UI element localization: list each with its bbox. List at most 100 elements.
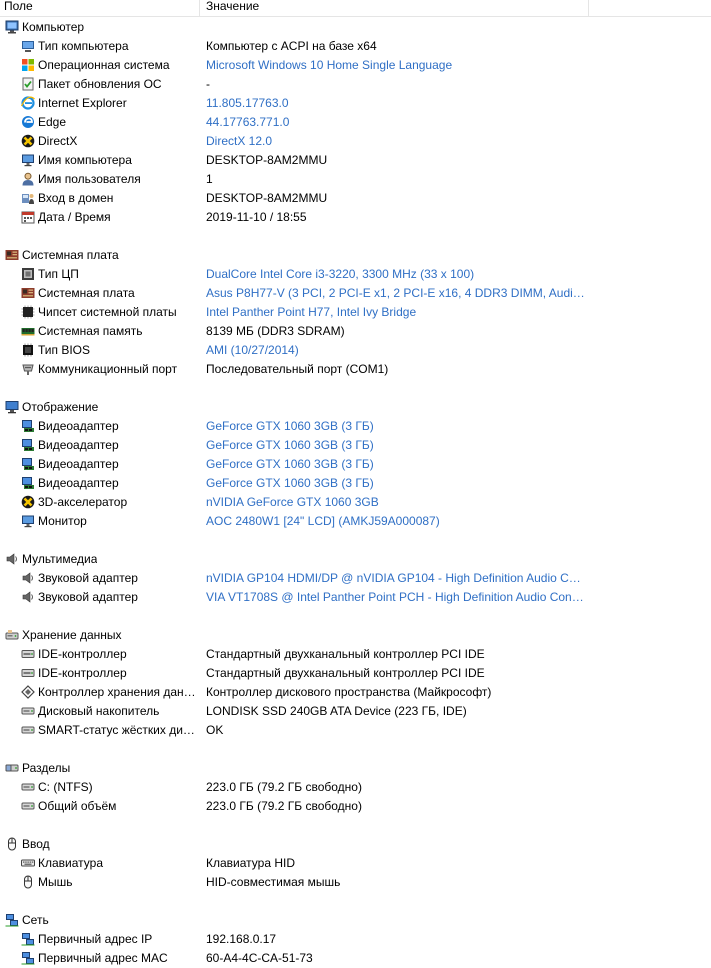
category-row[interactable]: Сеть [0,911,711,930]
property-label: Имя компьютера [38,153,132,167]
category-row[interactable]: Компьютер [0,18,711,37]
column-header-field[interactable]: Поле [4,0,33,16]
property-row[interactable]: Общий объём 223.0 ГБ (79.2 ГБ свободно) [0,797,711,816]
property-row[interactable]: Видеоадаптер GeForce GTX 1060 3GB (3 ГБ) [0,417,711,436]
domain-login-icon [21,191,35,205]
network-icon [5,913,19,927]
property-row[interactable]: Чипсет системной платы Intel Panther Poin… [0,303,711,322]
property-value: 60-A4-4C-CA-51-73 [206,951,313,965]
property-value-link[interactable]: Asus P8H77-V (3 PCI, 2 PCI-E x1, 2 PCI-E… [206,284,586,303]
category-label: Системная плата [22,248,119,262]
property-row[interactable]: Edge 44.17763.771.0 [0,113,711,132]
property-value: Стандартный двухканальный контроллер PCI… [206,666,485,680]
property-row[interactable]: Имя компьютера DESKTOP-8AM2MMU [0,151,711,170]
property-row[interactable]: DirectX DirectX 12.0 [0,132,711,151]
property-row[interactable]: Дисковый накопитель LONDISK SSD 240GB ATA… [0,702,711,721]
summary-list: Компьютер Тип компьютера Компьютер с ACPI … [0,18,711,968]
property-value-link[interactable]: 11.805.17763.0 [206,94,586,113]
directx-icon [21,495,35,509]
category-row[interactable]: Системная плата [0,246,711,265]
property-value-link[interactable]: GeForce GTX 1060 3GB (3 ГБ) [206,436,586,455]
property-value: 8139 МБ (DDR3 SDRAM) [206,324,345,338]
monitor-icon [21,514,35,528]
property-value-link[interactable]: nVIDIA GP104 HDMI/DP @ nVIDIA GP104 - Hi… [206,569,586,588]
property-value-link[interactable]: Intel Panther Point H77, Intel Ivy Bridg… [206,303,586,322]
property-row[interactable]: Тип BIOS AMI (10/27/2014) [0,341,711,360]
property-row[interactable]: Коммуникационный порт Последовательный по… [0,360,711,379]
property-row[interactable]: Internet Explorer 11.805.17763.0 [0,94,711,113]
user-icon [21,172,35,186]
column-header-value[interactable]: Значение [206,0,259,16]
storage-icon [5,628,19,642]
windows-logo-icon [21,58,35,72]
property-value-link[interactable]: DirectX 12.0 [206,132,586,151]
property-row[interactable]: Тип ЦП DualCore Intel Core i3-3220, 3300 … [0,265,711,284]
category-row[interactable]: Хранение данных [0,626,711,645]
ide-controller-icon [21,666,35,680]
video-adapter-icon [21,476,35,490]
property-value-link[interactable]: AOC 2480W1 [24" LCD] (AMKJ59A000087) [206,512,586,531]
property-value-link[interactable]: GeForce GTX 1060 3GB (3 ГБ) [206,474,586,493]
property-row[interactable]: Имя пользователя 1 [0,170,711,189]
property-row[interactable]: Первичный адрес IP 192.168.0.17 [0,930,711,949]
network-icon [21,951,35,965]
property-row[interactable]: Тип компьютера Компьютер с ACPI на базе x… [0,37,711,56]
category-label: Сеть [22,913,49,927]
property-row[interactable]: Вход в домен DESKTOP-8AM2MMU [0,189,711,208]
category-row[interactable]: Мультимедиа [0,550,711,569]
disk-drive-icon [21,780,35,794]
partition-icon [5,761,19,775]
property-value-link[interactable]: Microsoft Windows 10 Home Single Languag… [206,56,586,75]
category-row[interactable]: Отображение [0,398,711,417]
property-value-link[interactable]: AMI (10/27/2014) [206,341,586,360]
property-row[interactable]: Видеоадаптер GeForce GTX 1060 3GB (3 ГБ) [0,436,711,455]
property-value-link[interactable]: 44.17763.771.0 [206,113,586,132]
property-value-link[interactable]: VIA VT1708S @ Intel Panther Point PCH - … [206,588,586,607]
property-row[interactable]: Клавиатура Клавиатура HID [0,854,711,873]
property-value: Последовательный порт (COM1) [206,362,389,376]
property-row[interactable]: Дата / Время 2019-11-10 / 18:55 [0,208,711,227]
property-label: C: (NTFS) [38,780,93,794]
bios-chip-icon [21,343,35,357]
property-row[interactable]: C: (NTFS) 223.0 ГБ (79.2 ГБ свободно) [0,778,711,797]
property-row[interactable]: IDE-контроллер Стандартный двухканальный … [0,645,711,664]
property-value-link[interactable]: DualCore Intel Core i3-3220, 3300 MHz (3… [206,265,586,284]
property-row[interactable]: Первичный адрес MAC 60-A4-4C-CA-51-73 [0,949,711,968]
motherboard-icon [5,248,19,262]
property-value: DESKTOP-8AM2MMU [206,153,328,167]
property-value: Компьютер с ACPI на базе x64 [206,39,377,53]
property-label: Дисковый накопитель [38,704,160,718]
property-label: Тип ЦП [38,267,79,281]
category-row[interactable]: Ввод [0,835,711,854]
property-label: Операционная система [38,58,170,72]
property-label: Коммуникационный порт [38,362,178,376]
property-row[interactable]: Монитор AOC 2480W1 [24" LCD] (AMKJ59A0000… [0,512,711,531]
property-value: 223.0 ГБ (79.2 ГБ свободно) [206,780,362,794]
directx-icon [21,134,35,148]
property-row[interactable]: Видеоадаптер GeForce GTX 1060 3GB (3 ГБ) [0,455,711,474]
property-row[interactable]: Системная плата Asus P8H77-V (3 PCI, 2 PC… [0,284,711,303]
property-row[interactable]: Контроллер хранения данн... Контроллер ди… [0,683,711,702]
property-row[interactable]: Видеоадаптер GeForce GTX 1060 3GB (3 ГБ) [0,474,711,493]
column-divider[interactable] [199,0,200,16]
property-label: Первичный адрес MAC [38,951,168,965]
property-row[interactable]: SMART-статус жёстких дис... OK [0,721,711,740]
property-row[interactable]: Системная память 8139 МБ (DDR3 SDRAM) [0,322,711,341]
property-value-link[interactable]: nVIDIA GeForce GTX 1060 3GB [206,493,586,512]
property-row[interactable]: Звуковой адаптер VIA VT1708S @ Intel Pant… [0,588,711,607]
property-row[interactable]: IDE-контроллер Стандартный двухканальный … [0,664,711,683]
category-row[interactable]: Разделы [0,759,711,778]
mouse-icon [5,837,19,851]
property-row[interactable]: Пакет обновления ОС - [0,75,711,94]
property-label: Имя пользователя [38,172,141,186]
speaker-icon [21,571,35,585]
property-row[interactable]: Звуковой адаптер nVIDIA GP104 HDMI/DP @ n… [0,569,711,588]
property-value-link[interactable]: GeForce GTX 1060 3GB (3 ГБ) [206,417,586,436]
disk-drive-icon [21,723,35,737]
property-row[interactable]: Мышь HID-совместимая мышь [0,873,711,892]
property-row[interactable]: Операционная система Microsoft Windows 10… [0,56,711,75]
column-divider[interactable] [588,0,589,16]
property-value-link[interactable]: GeForce GTX 1060 3GB (3 ГБ) [206,455,586,474]
property-row[interactable]: 3D-акселератор nVIDIA GeForce GTX 1060 3G… [0,493,711,512]
property-label: Edge [38,115,67,129]
